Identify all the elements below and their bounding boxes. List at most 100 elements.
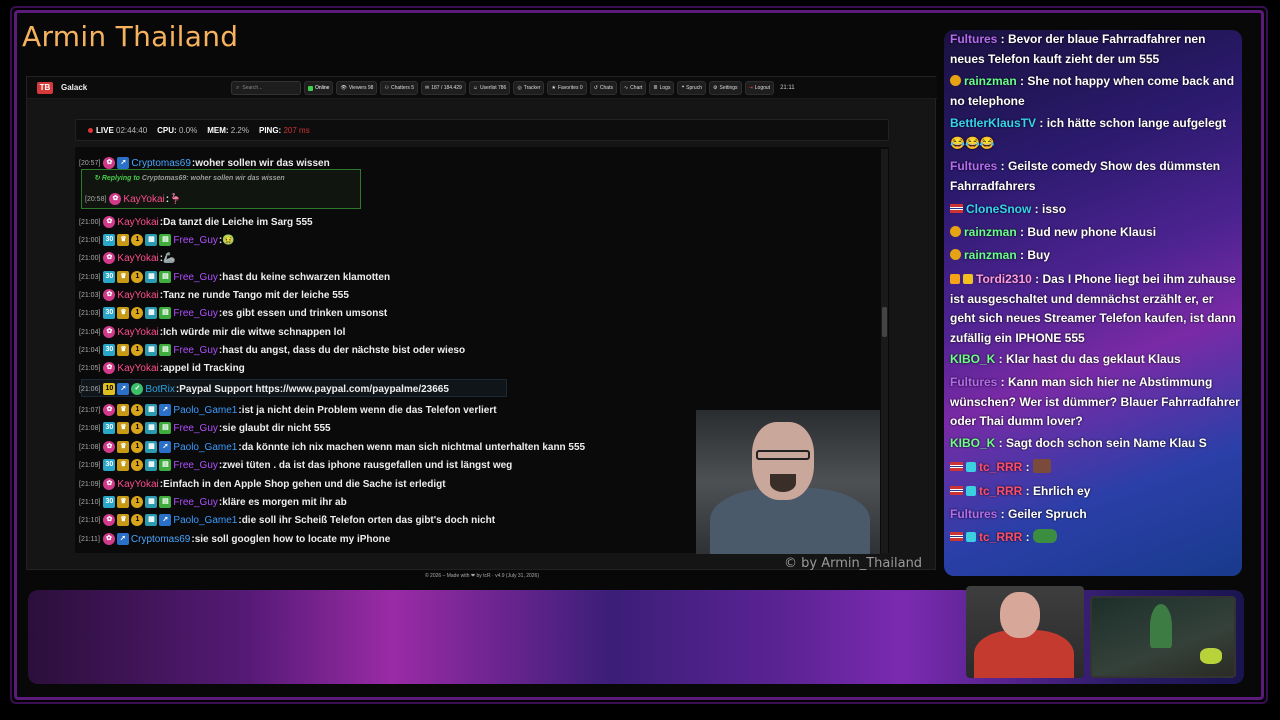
message-text: sie glaubt dir nicht 555: [222, 422, 331, 434]
message-username[interactable]: Free_Guy: [173, 272, 217, 283]
message-username[interactable]: Free_Guy: [173, 460, 217, 471]
chat-message[interactable]: [21:07] ✿ ♛ 1 ▦ ➚ Paolo_Game1: ist ja nicht de…: [79, 402, 497, 418]
ping-label: PING:: [258, 125, 282, 135]
chat-message[interactable]: [21:11] ✿ ➚ Cryptomas69: sie soll googlen h…: [79, 531, 390, 547]
message-username[interactable]: KayYokai: [123, 194, 164, 205]
badge-blue-icon: ➚: [117, 383, 130, 395]
message-username[interactable]: Free_Guy: [173, 345, 217, 356]
message-username[interactable]: Paolo_Game1: [173, 442, 237, 453]
message-timestamp: [21:11]: [79, 535, 100, 543]
message-username[interactable]: BotRix: [145, 384, 174, 395]
badge-gold-icon: 1: [131, 496, 144, 508]
message-username[interactable]: Free_Guy: [173, 235, 217, 246]
nav-button-label: Chats: [599, 85, 613, 91]
message-username[interactable]: Cryptomas69: [131, 534, 190, 545]
chat-message[interactable]: [20:58] ✿ KayYokai: 🦩: [85, 191, 182, 207]
reply-icon: ↻: [94, 175, 102, 182]
search-input[interactable]: ⌕ Search...: [231, 81, 301, 95]
message-username[interactable]: Free_Guy: [173, 423, 217, 434]
message-timestamp: [21:06]: [79, 385, 101, 393]
chat-message[interactable]: [21:06] 10 ➚ ✓ BotRix: Paypal Support https:…: [79, 381, 449, 397]
nav-button-online[interactable]: Online: [304, 81, 334, 95]
chat-message[interactable]: [21:09] ✿ KayYokai: Einfach in den Apple S…: [79, 476, 446, 492]
nav-button-chatters-5[interactable]: ⚇ Chatters 5: [380, 81, 419, 95]
chat-message[interactable]: [21:05] ✿ KayYokai: appel id Tracking: [79, 360, 245, 376]
nav-button-settings[interactable]: ⚙ Settings: [709, 81, 742, 95]
message-username[interactable]: KayYokai: [117, 253, 158, 264]
chat-message[interactable]: [21:00] 30 ♛ 1 ▦ ▤ Free_Guy: 🤢: [79, 232, 235, 248]
nav-button-logout[interactable]: ⇥ Logout: [744, 81, 775, 95]
nav-button-chart[interactable]: ∿ Chart: [619, 81, 647, 95]
badge-gold-icon: 1: [131, 271, 144, 283]
chat-message[interactable]: [21:04] ✿ KayYokai: Ich würde mir die witw…: [79, 324, 345, 340]
badge-cyan-icon: 30: [103, 307, 116, 319]
message-username[interactable]: Free_Guy: [173, 308, 217, 319]
badge-pink-icon: ✿: [103, 514, 116, 526]
chat-message[interactable]: [21:10] 30 ♛ 1 ▦ ▤ Free_Guy: kläre es morgen m…: [79, 494, 347, 510]
username-colon: :: [997, 375, 1009, 389]
badge-green-icon: ▤: [159, 234, 172, 246]
emote-sticker-icon: [1033, 459, 1052, 473]
message-username[interactable]: KayYokai: [117, 327, 158, 338]
chat-message[interactable]: [21:10] ✿ ♛ 1 ▦ ➚ Paolo_Game1: die soll ihr Sc…: [79, 512, 495, 528]
chat-message[interactable]: [21:00] ✿ KayYokai: 🦾: [79, 250, 176, 266]
nav-button-187-184-429[interactable]: ✉ 187 / 184.429: [421, 81, 466, 95]
message-username[interactable]: Cryptomas69: [131, 158, 190, 169]
target-icon: ◎: [517, 85, 522, 91]
live-time: 02:44:40: [116, 125, 148, 135]
lamp-shape: [1200, 648, 1222, 664]
message-username[interactable]: Paolo_Game1: [173, 515, 237, 526]
username-colon: :: [1016, 248, 1028, 262]
message-username[interactable]: KayYokai: [117, 217, 158, 228]
reply-line: ↻ Replying to Cryptomas69: woher sollen …: [94, 174, 285, 182]
coin-badge-icon: [950, 249, 961, 260]
chat-scroll-thumb[interactable]: [882, 307, 887, 337]
nav-button-userlist-786[interactable]: ☺ Userlist 786: [468, 81, 511, 95]
streamer-beard: [770, 474, 796, 492]
message-username[interactable]: Free_Guy: [173, 497, 217, 508]
nav-buttons: ⌕ Search... Online 👁 Viewers 98 ⚇ Chatters 5…: [231, 81, 795, 95]
chat-message[interactable]: [21:08] ✿ ♛ 1 ▦ ➚ Paolo_Game1: da könnte ich n…: [79, 439, 585, 455]
chat-scrollbar[interactable]: [881, 149, 888, 553]
badge-crown-icon: ♛: [117, 422, 130, 434]
search-placeholder: Search...: [242, 85, 263, 91]
message-username[interactable]: KayYokai: [117, 479, 158, 490]
stream-chat-username: tc_RRR: [979, 530, 1023, 544]
nav-button-chats[interactable]: ↺ Chats: [589, 81, 617, 95]
nav-button-tracker[interactable]: ◎ Tracker: [513, 81, 545, 95]
chat-message[interactable]: [20:57] ✿ ➚ Cryptomas69: woher sollen wir d…: [79, 155, 330, 171]
username-colon: :: [997, 159, 1009, 173]
chat-message[interactable]: [21:00] ✿ KayYokai: Da tanzt die Leiche im…: [79, 214, 313, 230]
nav-button-label: Spruch: [686, 85, 702, 91]
message-timestamp: [21:07]: [79, 406, 101, 414]
message-timestamp: [21:04]: [79, 328, 101, 336]
message-username[interactable]: KayYokai: [117, 290, 158, 301]
badge-pink-icon: ✿: [103, 157, 116, 169]
thai-flag-icon: [950, 532, 963, 541]
nav-button-logs[interactable]: ≣ Logs: [649, 81, 675, 95]
stream-title: Armin Thailand: [22, 20, 239, 53]
chat-message[interactable]: [21:04] 30 ♛ 1 ▦ ▤ Free_Guy: hast du angst, da…: [79, 342, 465, 358]
app-name[interactable]: Galack: [61, 83, 87, 92]
nav-button-spruch[interactable]: ❝ Spruch: [677, 81, 706, 95]
stream-chat-message: Fultures : Geiler Spruch: [950, 505, 1240, 525]
message-text: appel id Tracking: [163, 362, 245, 374]
chat-message[interactable]: [21:03] 30 ♛ 1 ▦ ▤ Free_Guy: es gibt essen und…: [79, 305, 387, 321]
reply-prefix: Replying to: [101, 175, 140, 182]
message-username[interactable]: Paolo_Game1: [173, 405, 237, 416]
user-icon: ☺: [472, 85, 478, 91]
nav-button-viewers-98[interactable]: 👁 Viewers 98: [336, 81, 378, 95]
chat-message[interactable]: [21:08] 30 ♛ 1 ▦ ▤ Free_Guy: sie glaubt dir ni…: [79, 420, 331, 436]
mem-value: 2.2%: [230, 125, 249, 135]
chat-message[interactable]: [21:09] 30 ♛ 1 ▦ ▤ Free_Guy: zwei tüten . da i…: [79, 457, 512, 473]
message-timestamp: [21:10]: [79, 498, 101, 506]
badge-pink-icon: ✿: [103, 478, 116, 490]
nav-button-label: Chatters 5: [390, 85, 415, 91]
chat-message[interactable]: [21:03] 30 ♛ 1 ▦ ▤ Free_Guy: hast du keine sch…: [79, 269, 390, 285]
chat-message[interactable]: [21:03] ✿ KayYokai: Tanz ne runde Tango mi…: [79, 287, 349, 303]
nav-button-favorites-0[interactable]: ★ Favorites 0: [547, 81, 587, 95]
tb-logo-icon[interactable]: TB: [37, 81, 53, 94]
grid-badge-icon: [966, 486, 976, 496]
users-icon: ⚇: [384, 85, 389, 91]
message-username[interactable]: KayYokai: [117, 363, 158, 374]
